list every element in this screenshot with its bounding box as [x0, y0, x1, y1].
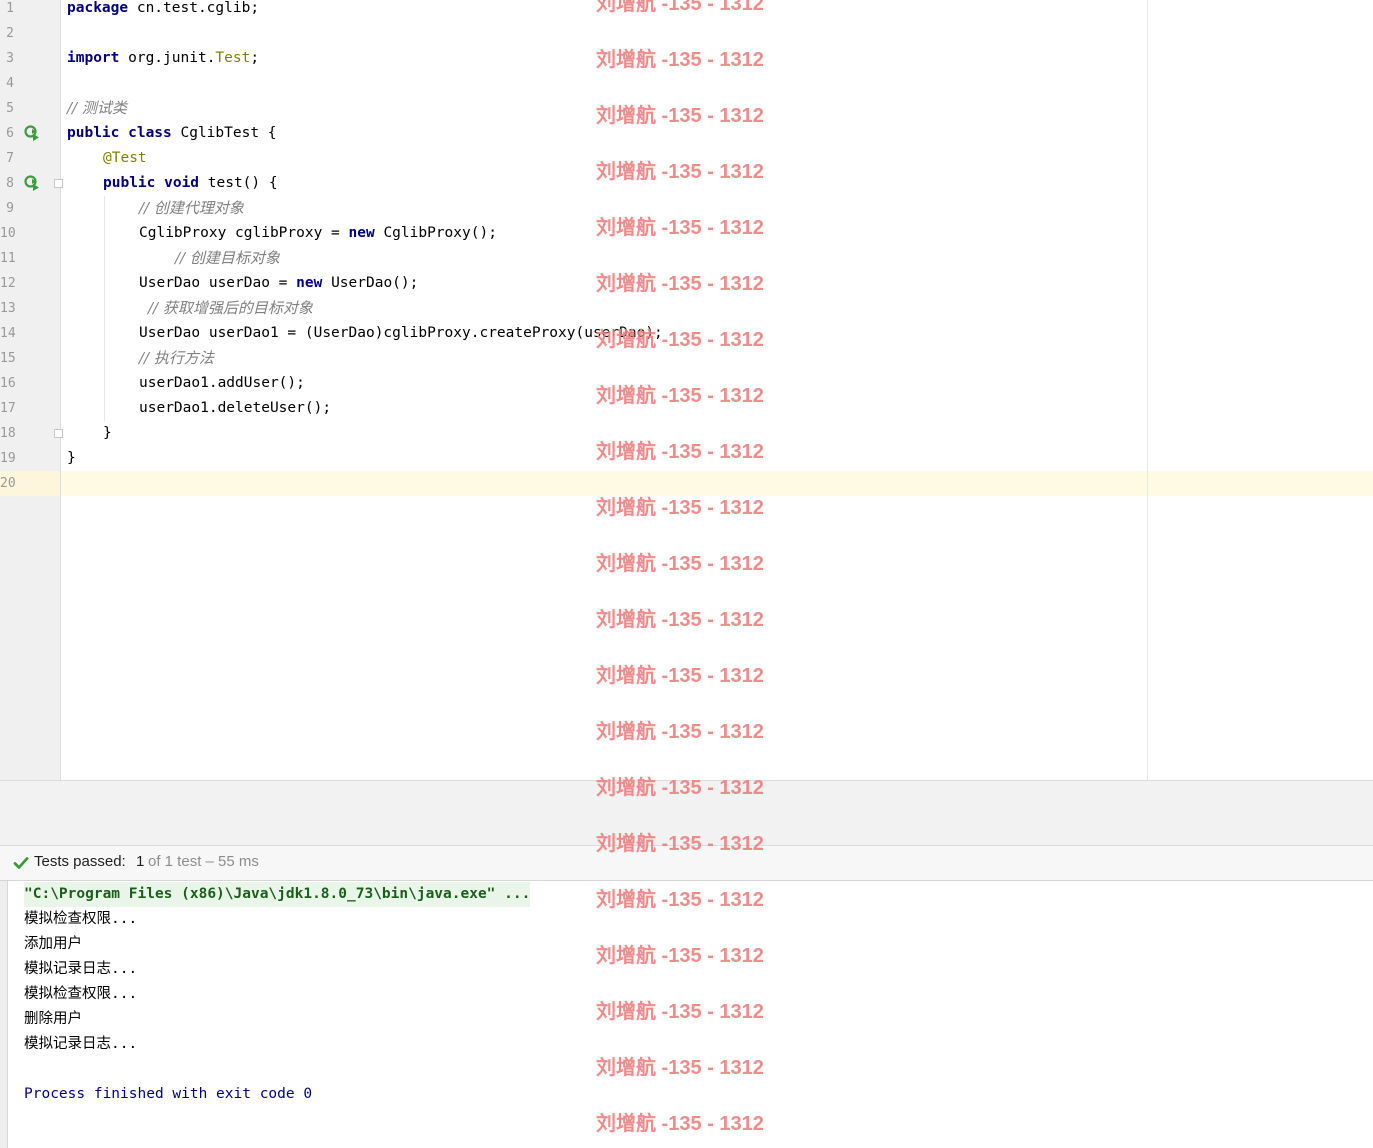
- line-number: 14: [0, 326, 16, 341]
- console-line: 删除用户: [24, 1011, 82, 1027]
- code-line[interactable]: userDao1.addUser();: [139, 371, 305, 396]
- editor-gutter[interactable]: 1 2 3 4 5 6 7 8 9 10 11 12 13 14 15 16 17 18 19 20: [0, 0, 63, 780]
- line-number: 12: [0, 276, 16, 291]
- code-line[interactable]: // 测试类: [67, 96, 127, 122]
- code-line[interactable]: import org.junit.Test;: [67, 46, 259, 71]
- fold-end-icon[interactable]: [54, 429, 63, 438]
- code-line[interactable]: userDao1.deleteUser();: [139, 396, 331, 421]
- line-number: 17: [0, 401, 16, 416]
- console-line: 模拟记录日志...: [24, 961, 138, 977]
- code-line[interactable]: CglibProxy cglibProxy = new CglibProxy()…: [139, 221, 497, 246]
- watermark-text: 刘增航 -135 - 1312: [596, 329, 764, 351]
- code-line[interactable]: public class CglibTest {: [67, 121, 277, 146]
- watermark-text: 刘增航 -135 - 1312: [596, 553, 764, 575]
- line-number: 11: [0, 251, 16, 266]
- watermark-text: 刘增航 -135 - 1312: [596, 777, 764, 799]
- line-number: 16: [0, 376, 16, 391]
- code-line[interactable]: @Test: [103, 146, 147, 171]
- console-command-line[interactable]: "C:\Program Files (x86)\Java\jdk1.8.0_73…: [24, 882, 531, 907]
- line-number: 7: [6, 151, 14, 166]
- watermark-text: 刘增航 -135 - 1312: [596, 833, 764, 855]
- console-line: 模拟检查权限...: [24, 911, 138, 927]
- code-line[interactable]: UserDao userDao1 = (UserDao)cglibProxy.c…: [139, 321, 663, 346]
- line-number: 10: [0, 226, 16, 241]
- code-line[interactable]: package cn.test.cglib;: [67, 0, 259, 21]
- run-test-class-icon[interactable]: [24, 125, 40, 141]
- code-line[interactable]: // 创建代理对象: [139, 196, 244, 222]
- watermark-text: 刘增航 -135 - 1312: [596, 49, 764, 71]
- code-line[interactable]: // 执行方法: [139, 346, 214, 372]
- watermark-text: 刘增航 -135 - 1312: [596, 105, 764, 127]
- code-line[interactable]: UserDao userDao = new UserDao();: [139, 271, 418, 296]
- tests-passed-label: Tests passed:: [34, 853, 126, 870]
- watermark-text: 刘增航 -135 - 1312: [596, 0, 764, 15]
- code-line[interactable]: }: [67, 446, 76, 471]
- console-line: 添加用户: [24, 936, 82, 952]
- line-number: 8: [6, 176, 14, 191]
- code-line[interactable]: // 创建目标对象: [175, 246, 280, 272]
- watermark-text: 刘增航 -135 - 1312: [596, 497, 764, 519]
- code-line[interactable]: }: [103, 421, 112, 446]
- console-exit-message: Process finished with exit code 0: [24, 1086, 313, 1102]
- watermark-text: 刘增航 -135 - 1312: [596, 1057, 764, 1079]
- watermark-text: 刘增航 -135 - 1312: [596, 273, 764, 295]
- code-line[interactable]: public void test() {: [103, 171, 278, 196]
- console-line: 模拟记录日志...: [24, 1036, 138, 1052]
- code-line[interactable]: // 获取增强后的目标对象: [148, 296, 313, 322]
- tests-passed-count: 1: [136, 853, 145, 870]
- line-number: 1: [6, 1, 14, 16]
- watermark-text: 刘增航 -135 - 1312: [596, 721, 764, 743]
- line-number: 3: [6, 51, 14, 66]
- watermark-text: 刘增航 -135 - 1312: [596, 385, 764, 407]
- watermark-text: 刘增航 -135 - 1312: [596, 1001, 764, 1023]
- line-number: 15: [0, 351, 16, 366]
- run-test-method-icon[interactable]: [24, 175, 40, 191]
- line-number: 19: [0, 451, 16, 466]
- line-number: 18: [0, 426, 16, 441]
- fold-toggle-icon[interactable]: [54, 179, 63, 188]
- line-number: 5: [6, 101, 14, 116]
- watermark-text: 刘增航 -135 - 1312: [596, 217, 764, 239]
- watermark-text: 刘增航 -135 - 1312: [596, 945, 764, 967]
- console-left-toolbar: [0, 881, 8, 1148]
- watermark-text: 刘增航 -135 - 1312: [596, 889, 764, 911]
- watermark-text: 刘增航 -135 - 1312: [596, 609, 764, 631]
- watermark-text: 刘增航 -135 - 1312: [596, 665, 764, 687]
- console-line: 模拟检查权限...: [24, 986, 138, 1002]
- line-number: 9: [6, 201, 14, 216]
- watermark-text: 刘增航 -135 - 1312: [596, 1113, 764, 1135]
- watermark-text: 刘增航 -135 - 1312: [596, 441, 764, 463]
- right-margin-guide: [1147, 0, 1148, 780]
- check-icon: [13, 857, 29, 869]
- line-number: 13: [0, 301, 16, 316]
- watermark-text: 刘增航 -135 - 1312: [596, 161, 764, 183]
- current-line-highlight: [61, 471, 1373, 496]
- indent-guide: [104, 196, 105, 421]
- line-number: 20: [0, 476, 16, 491]
- line-number: 2: [6, 26, 14, 41]
- tests-passed-detail: of 1 test – 55 ms: [148, 853, 259, 870]
- line-number: 6: [6, 126, 14, 141]
- line-number: 4: [6, 76, 14, 91]
